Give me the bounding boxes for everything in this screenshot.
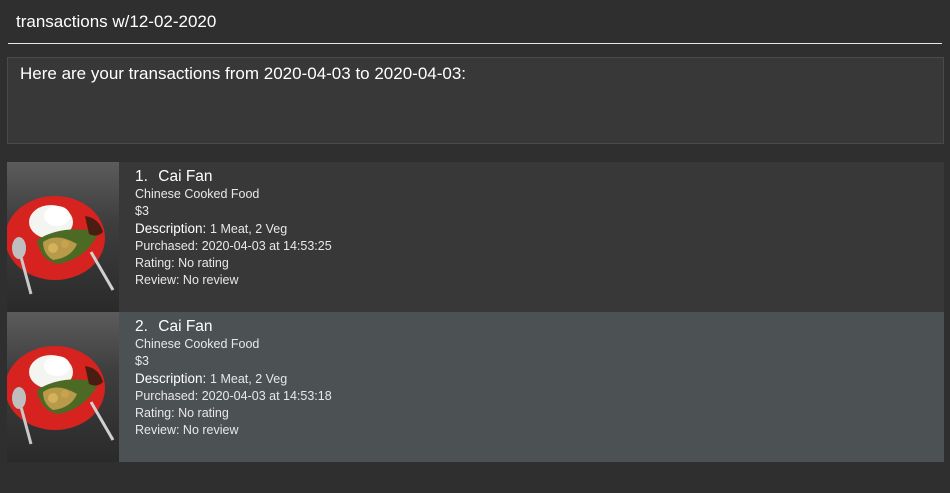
transaction-card[interactable]: 1. Cai Fan Chinese Cooked Food $3 Descri… <box>7 162 944 312</box>
price: $3 <box>135 354 149 368</box>
description: Description: 1 Meat, 2 Veg <box>135 220 934 238</box>
price: $3 <box>135 204 149 218</box>
app-window: Here are your transactions from 2020-04-… <box>0 0 950 493</box>
description-label: Description: <box>135 371 207 386</box>
stall-name: Chinese Cooked Food <box>135 187 260 201</box>
food-photo <box>7 162 119 312</box>
description-label: Description: <box>135 221 207 236</box>
description: Description: 1 Meat, 2 Veg <box>135 370 934 388</box>
review: Review: No review <box>135 423 239 437</box>
description-text: 1 Meat, 2 Veg <box>210 372 288 386</box>
description-text: 1 Meat, 2 Veg <box>210 222 288 236</box>
rating: Rating: No rating <box>135 406 229 420</box>
command-box <box>0 0 950 50</box>
rating: Rating: No rating <box>135 256 229 270</box>
result-message: Here are your transactions from 2020-04-… <box>20 64 467 83</box>
stall-name: Chinese Cooked Food <box>135 337 260 351</box>
transaction-card[interactable]: 2. Cai Fan Chinese Cooked Food $3 Descri… <box>7 312 944 462</box>
result-display: Here are your transactions from 2020-04-… <box>7 57 944 144</box>
purchased-time: Purchased: 2020-04-03 at 14:53:25 <box>135 239 332 253</box>
transaction-list[interactable]: 1. Cai Fan Chinese Cooked Food $3 Descri… <box>7 162 944 462</box>
review: Review: No review <box>135 273 239 287</box>
purchased-time: Purchased: 2020-04-03 at 14:53:18 <box>135 389 332 403</box>
food-photo <box>7 312 119 462</box>
card-index: 2. <box>135 318 148 335</box>
card-index: 1. <box>135 168 148 185</box>
command-input[interactable] <box>8 0 942 44</box>
food-name: Cai Fan <box>158 168 213 185</box>
food-name: Cai Fan <box>158 318 213 335</box>
